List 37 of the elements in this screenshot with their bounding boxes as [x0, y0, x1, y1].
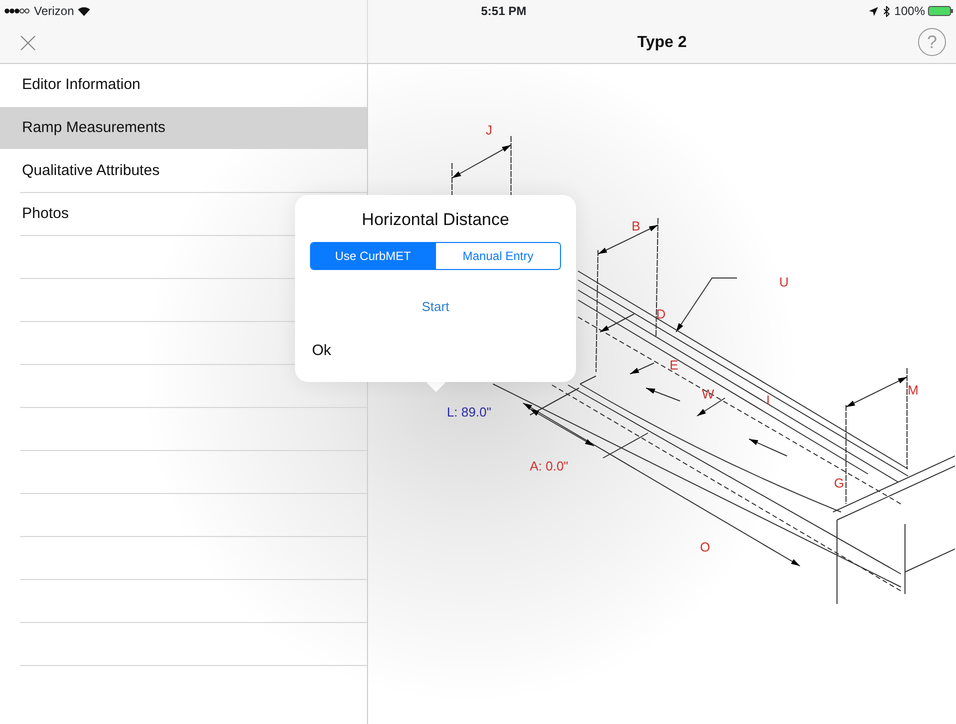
wifi-icon [78, 6, 90, 16]
leader-arrow [676, 278, 738, 332]
start-button[interactable]: Start [416, 296, 456, 317]
diagram-label: D [656, 305, 666, 324]
direction-arrow [646, 388, 680, 402]
diagram-label: I [766, 391, 770, 410]
diagram-label: W [702, 385, 714, 404]
clock-time: 5:51 PM [481, 3, 526, 20]
diagram-label: J [486, 121, 492, 140]
dimension-line [452, 136, 512, 196]
direction-arrow [600, 314, 634, 332]
signal-icon [4, 8, 30, 14]
diagram-label: L: 89.0" [446, 403, 492, 422]
bluetooth-icon [883, 6, 890, 16]
battery-icon [928, 6, 954, 16]
diagram-label: G [834, 474, 844, 492]
battery-percent: 100% [894, 3, 925, 20]
diagram-label: U [779, 273, 789, 292]
direction-arrow [748, 438, 788, 456]
close-button[interactable] [20, 34, 36, 50]
carrier-name: Verizon [34, 3, 74, 20]
sidebar-item[interactable]: Editor Information [0, 64, 367, 106]
direction-arrow [630, 362, 654, 374]
sidebar-item[interactable]: Qualitative Attributes [0, 150, 367, 192]
popover-title: Horizontal Distance [360, 209, 510, 231]
segment-tab[interactable]: Manual Entry [435, 242, 560, 268]
diagram-label: A: 0.0" [530, 457, 568, 476]
ok-button[interactable]: Ok [306, 339, 338, 364]
diagram-label: B [632, 217, 640, 236]
sidebar-item[interactable]: Ramp Measurements [0, 107, 367, 149]
diagram-label: O [700, 538, 710, 556]
screen-title: Type 2 [637, 32, 687, 52]
diagram-label: E [670, 356, 678, 374]
segment-tab[interactable]: Use CurbMET [311, 242, 435, 268]
diagram-label: M [908, 381, 918, 400]
location-icon [869, 6, 878, 16]
direction-arrow [696, 398, 726, 416]
